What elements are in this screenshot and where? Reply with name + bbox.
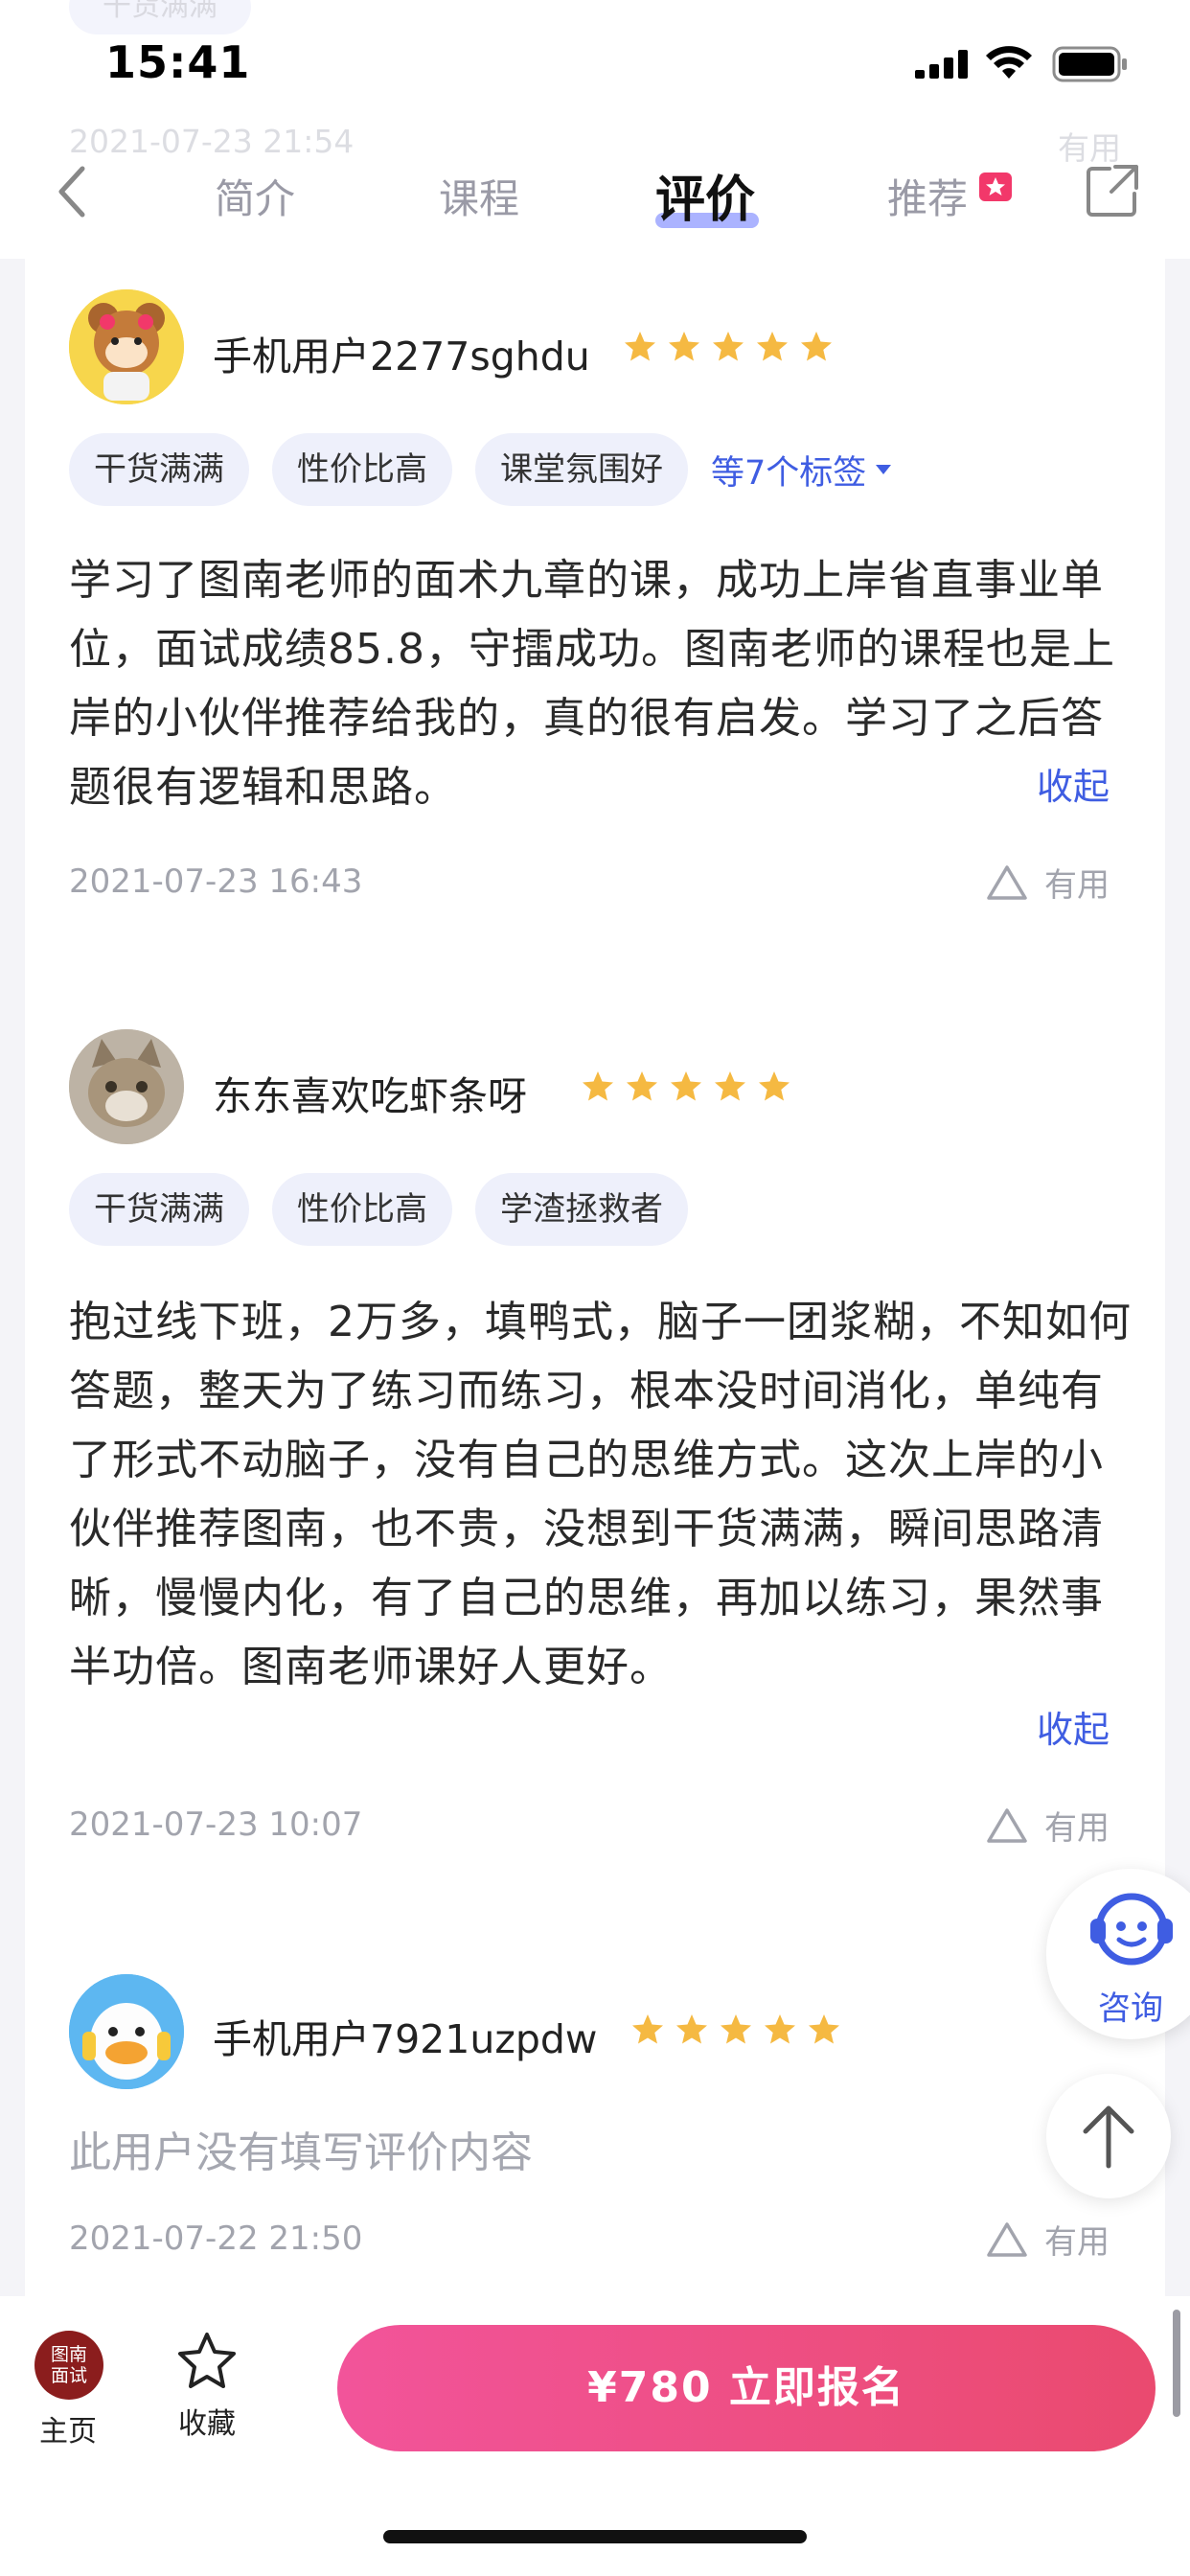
reviews-card: 手机用户2277sghdu 干货满满 性价比高 课堂氛围好 等7个标签 学习了图… (25, 259, 1165, 2296)
star-icon (809, 2014, 839, 2044)
review-text: 抱过线下班，2万多，填鸭式，脑子一团浆糊，不知如何答题，整天为了练习而练习，根本… (69, 1298, 1132, 1691)
review-date: 2021-07-23 10:07 (69, 1806, 363, 1844)
collapse-link[interactable]: 收起 (1037, 757, 1110, 810)
review-text: 学习了图南老师的面术九章的课，成功上岸省直事业单位，面试成绩85.8，守擂成功。… (69, 556, 1115, 812)
back-to-top-button[interactable] (1046, 2074, 1171, 2198)
tab-course[interactable]: 课程 (439, 167, 519, 225)
rating-stars (623, 330, 834, 364)
star-icon (669, 332, 699, 361)
star-icon (583, 1071, 613, 1101)
collapse-link[interactable]: 收起 (1037, 1700, 1110, 1753)
more-tags-label: 等7个标签 (711, 453, 867, 493)
useful-button[interactable]: 有用 (985, 859, 1110, 906)
home-indicator (383, 2530, 807, 2543)
star-icon (627, 1071, 657, 1101)
avatar (69, 1974, 184, 2089)
cat-avatar-icon (69, 1029, 184, 1144)
consult-label: 咨询 (1098, 1990, 1163, 2028)
review-tag: 干货满满 (69, 1173, 249, 1246)
duck-avatar-icon (69, 1974, 184, 2089)
review-username: 东东喜欢吃虾条呀 (213, 1073, 527, 1119)
brand-logo-text: 图南面试 (50, 2344, 87, 2386)
star-icon (713, 332, 744, 361)
review-tag: 课堂氛围好 (475, 433, 688, 506)
tab-recommend[interactable]: 推荐 (887, 167, 968, 225)
rating-stars (581, 1070, 791, 1104)
favorite-label: 收藏 (178, 2407, 236, 2441)
useful-button[interactable]: 有用 (985, 1802, 1110, 1849)
useful-label: 有用 (1044, 2223, 1110, 2262)
status-bar: 15:41 (0, 0, 1190, 126)
tab-intro[interactable]: 简介 (215, 167, 295, 225)
scrollbar[interactable] (1173, 2310, 1180, 2417)
favorite-button[interactable]: 收藏 (169, 2331, 245, 2442)
star-icon (759, 1071, 790, 1101)
star-icon (676, 2014, 707, 2044)
thumb-up-triangle-icon (987, 1807, 1027, 1843)
share-icon[interactable] (1085, 163, 1140, 218)
customer-service-icon (1090, 1893, 1173, 1966)
useful-button[interactable]: 有用 (985, 2216, 1110, 2263)
back-chevron-icon[interactable] (50, 163, 98, 220)
review-date: 2021-07-23 16:43 (69, 862, 363, 901)
status-time: 15:41 (105, 36, 251, 88)
useful-label: 有用 (1044, 1809, 1110, 1848)
tab-reviews[interactable]: 评价 (655, 159, 755, 231)
rating-stars (630, 2012, 841, 2047)
review-tag: 学渣拯救者 (475, 1173, 688, 1246)
review-tag: 干货满满 (69, 433, 249, 506)
review-date: 2021-07-22 21:50 (69, 2220, 363, 2258)
caret-down-icon (876, 465, 892, 474)
review-username: 手机用户2277sghdu (213, 334, 590, 380)
star-icon (801, 332, 832, 361)
star-icon (625, 332, 655, 361)
thumb-up-triangle-icon (987, 864, 1027, 900)
home-label: 主页 (39, 2415, 97, 2449)
arrow-up-icon (1083, 2105, 1134, 2169)
star-icon (765, 2014, 795, 2044)
review-username: 手机用户7921uzpdw (213, 2016, 598, 2062)
more-tags-toggle[interactable]: 等7个标签 (711, 446, 893, 494)
review-tag: 性价比高 (272, 1173, 452, 1246)
battery-icon (1052, 46, 1127, 82)
star-icon (632, 2014, 663, 2044)
avatar (69, 1029, 184, 1144)
enroll-now-button[interactable]: ¥780 立即报名 (337, 2325, 1156, 2451)
thumb-up-triangle-icon (987, 2221, 1027, 2257)
review-tag: 性价比高 (272, 433, 452, 506)
useful-label: 有用 (1044, 866, 1110, 905)
recommend-star-badge-icon (979, 172, 1012, 201)
brand-logo: 图南面试 (34, 2331, 103, 2400)
star-icon (671, 1071, 701, 1101)
detail-nav-bar: 简介 课程 评价 推荐 (0, 144, 1190, 257)
cellular-signal-icon (915, 50, 968, 79)
star-outline-icon (178, 2333, 236, 2388)
star-icon (715, 1071, 745, 1101)
star-icon (721, 2014, 751, 2044)
avatar (69, 289, 184, 404)
wifi-icon (986, 46, 1032, 79)
home-button[interactable]: 图南面试 主页 (29, 2331, 107, 2450)
bear-avatar-icon (69, 289, 184, 404)
review-tags: 干货满满 性价比高 课堂氛围好 等7个标签 (69, 433, 893, 506)
star-icon (757, 332, 788, 361)
empty-review-text: 此用户没有填写评价内容 (69, 2128, 533, 2177)
review-tags: 干货满满 性价比高 学渣拯救者 (69, 1173, 688, 1246)
